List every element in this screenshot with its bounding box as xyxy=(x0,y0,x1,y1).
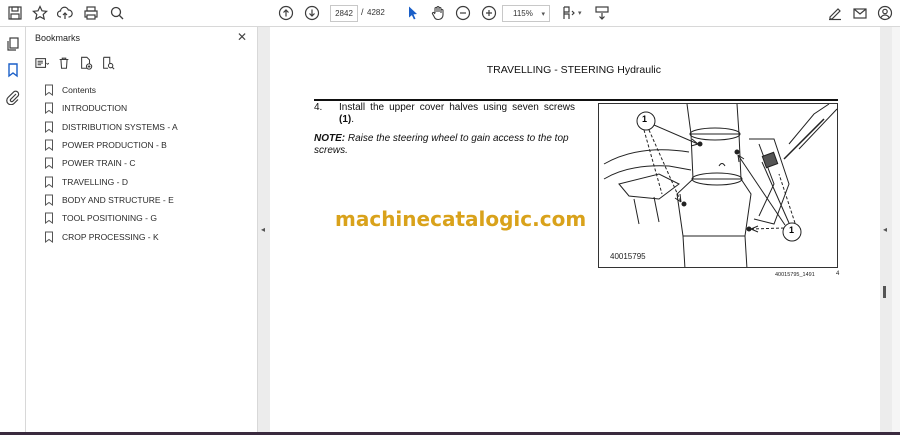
select-cursor-icon[interactable] xyxy=(404,4,422,22)
vertical-scrollbar[interactable] xyxy=(892,27,900,435)
bookmark-label: DISTRIBUTION SYSTEMS - A xyxy=(62,121,178,132)
bookmark-icon xyxy=(45,84,53,97)
scrollbar-thumb[interactable] xyxy=(883,286,886,298)
bookmark-tools xyxy=(34,54,116,72)
next-page-icon[interactable] xyxy=(303,4,321,22)
bookmark-item[interactable]: DISTRIBUTION SYSTEMS - A xyxy=(44,118,244,136)
figure-caption-code: 40015795_1491 xyxy=(775,272,815,278)
left-rail xyxy=(0,27,26,435)
note-text: NOTE: Raise the steering wheel to gain a… xyxy=(314,133,569,156)
bookmark-item[interactable]: POWER TRAIN - C xyxy=(44,154,244,172)
bookmark-label: CROP PROCESSING - K xyxy=(62,231,159,242)
bookmark-label: BODY AND STRUCTURE - E xyxy=(62,194,174,205)
print-icon[interactable] xyxy=(82,4,100,22)
star-icon[interactable] xyxy=(31,4,49,22)
bookmark-icon xyxy=(45,121,53,133)
bookmarks-panel: Bookmarks ✕ Contents INTRODUCTION DISTRI… xyxy=(26,27,258,435)
scroll-mode-icon[interactable] xyxy=(593,4,611,22)
bookmark-label: INTRODUCTION xyxy=(62,103,128,114)
bookmark-options-icon[interactable] xyxy=(34,55,50,71)
header-rule xyxy=(314,99,838,101)
bookmark-icon xyxy=(45,157,53,170)
step-text: Install the upper cover halves using sev… xyxy=(339,102,575,125)
bookmark-label: TOOL POSITIONING - G xyxy=(62,213,157,224)
right-panel-handle[interactable]: ◂ xyxy=(880,27,892,435)
chevron-left-icon: ◂ xyxy=(883,225,888,234)
page-header: TRAVELLING - STEERING Hydraulic xyxy=(486,64,661,76)
page-fit-caret[interactable]: ▾ xyxy=(578,9,582,17)
previous-page-icon[interactable] xyxy=(277,4,295,22)
chevron-down-icon: ▾ xyxy=(541,11,545,18)
attachment-icon[interactable] xyxy=(5,89,21,106)
document-page: TRAVELLING - STEERING Hydraulic 4. Insta… xyxy=(270,27,880,435)
figure-code: 40015795 xyxy=(610,252,646,261)
callout-label: 1 xyxy=(642,114,648,124)
zoom-value: 115% xyxy=(513,9,533,18)
bookmark-item[interactable]: TRAVELLING - D xyxy=(44,172,244,190)
panel-collapse-handle[interactable]: ◂ xyxy=(258,27,270,435)
bookmark-icon xyxy=(45,139,53,152)
bookmark-label: POWER PRODUCTION - B xyxy=(62,140,167,151)
steering-column-figure: 1 1 40015795 xyxy=(598,103,838,268)
zoom-search-icon[interactable] xyxy=(108,4,126,22)
bookmark-item[interactable]: Contents xyxy=(44,81,244,99)
page-separator: / xyxy=(361,7,364,17)
main-toolbar: 2842 / 4282 115% ▾ ▾ xyxy=(0,0,900,27)
bookmark-item[interactable]: POWER PRODUCTION - B xyxy=(44,136,244,154)
close-icon[interactable]: ✕ xyxy=(235,30,249,44)
mail-icon[interactable] xyxy=(851,4,869,22)
hand-tool-icon[interactable] xyxy=(429,4,447,22)
panel-title: Bookmarks xyxy=(35,33,81,43)
trash-icon[interactable] xyxy=(56,55,72,71)
save-icon[interactable] xyxy=(6,4,24,22)
zoom-select[interactable]: 115% ▾ xyxy=(502,5,550,22)
zoom-out-icon[interactable] xyxy=(454,4,472,22)
find-bookmark-icon[interactable] xyxy=(100,55,116,71)
bookmark-item[interactable]: INTRODUCTION xyxy=(44,99,244,117)
page-fit-icon[interactable] xyxy=(561,4,579,22)
bookmark-label: TRAVELLING - D xyxy=(62,176,128,187)
bookmark-icon xyxy=(45,231,53,243)
bookmark-item[interactable]: TOOL POSITIONING - G xyxy=(44,209,244,227)
document-viewport: TRAVELLING - STEERING Hydraulic 4. Insta… xyxy=(270,27,880,435)
zoom-in-icon[interactable] xyxy=(480,4,498,22)
sign-icon[interactable] xyxy=(826,4,844,22)
callout-label: 1 xyxy=(789,225,795,235)
page-number-input[interactable]: 2842 xyxy=(330,5,358,22)
figure-caption-number: 4 xyxy=(836,271,840,277)
bookmark-icon xyxy=(45,194,53,206)
bookmark-label: Contents xyxy=(62,85,97,96)
bookmark-item[interactable]: CROP PROCESSING - K xyxy=(44,227,244,245)
bookmark-icon xyxy=(45,212,53,225)
bookmark-icon xyxy=(45,176,53,188)
step-number: 4. xyxy=(314,102,323,113)
bookmark-icon xyxy=(45,102,53,115)
bookmark-panel-icon[interactable] xyxy=(5,62,21,78)
account-icon[interactable] xyxy=(876,4,894,22)
add-bookmark-icon[interactable] xyxy=(78,55,94,71)
chevron-left-icon: ◂ xyxy=(261,225,266,234)
bookmark-item[interactable]: BODY AND STRUCTURE - E xyxy=(44,191,244,209)
bookmark-list: Contents INTRODUCTION DISTRIBUTION SYSTE… xyxy=(44,81,244,246)
cloud-upload-icon[interactable] xyxy=(56,4,74,22)
bookmark-label: POWER TRAIN - C xyxy=(62,158,136,169)
watermark-text: machinecatalogic.com xyxy=(335,207,587,231)
page-total: 4282 xyxy=(367,8,385,17)
page-thumbnails-icon[interactable] xyxy=(5,36,21,52)
